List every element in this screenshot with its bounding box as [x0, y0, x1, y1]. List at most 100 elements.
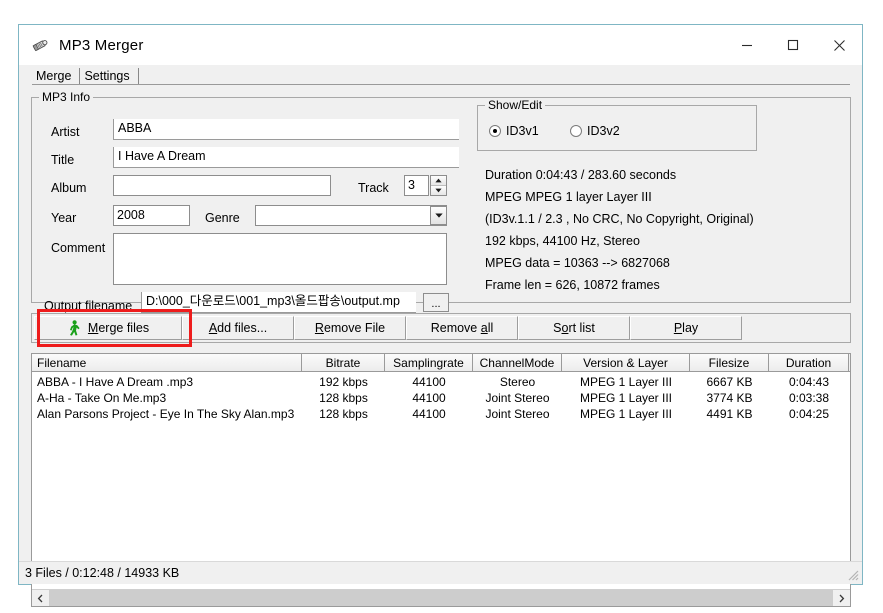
sort-list-button[interactable]: Sort list: [518, 316, 630, 340]
detail-line-id3: (ID3v.1.1 / 2.3 , No CRC, No Copyright, …: [485, 212, 754, 226]
detail-line-bitrate: 192 kbps, 44100 Hz, Stereo: [485, 234, 640, 248]
cell-version: MPEG 1 Layer III: [579, 391, 673, 405]
table-row[interactable]: Alan Parsons Project - Eye In The Sky Al…: [32, 406, 850, 422]
column-header-samplingrate[interactable]: Samplingrate: [385, 354, 473, 371]
cell-filename: ABBA - I Have A Dream .mp3: [37, 375, 194, 389]
cell-channelmode: Stereo: [499, 375, 536, 389]
cell-bitrate: 128 kbps: [319, 391, 368, 405]
resize-grip-icon[interactable]: [846, 568, 860, 582]
cell-samplingrate: 44100: [412, 407, 446, 421]
chevron-down-icon: [434, 213, 443, 218]
column-header-version[interactable]: Version & Layer: [562, 354, 690, 371]
output-filename-input[interactable]: D:\000_다운로드\001_mp3\올드팝송\output.mp: [141, 292, 416, 313]
scroll-right-button[interactable]: [833, 590, 850, 606]
cell-filename: A-Ha - Take On Me.mp3: [37, 391, 167, 405]
radio-id3v2-indicator[interactable]: [570, 125, 582, 137]
cell-version: MPEG 1 Layer III: [579, 375, 673, 389]
tab-settings[interactable]: Settings: [80, 68, 139, 85]
cell-duration: 0:03:38: [788, 391, 830, 405]
radio-id3v1-indicator[interactable]: [489, 125, 501, 137]
close-button[interactable]: [816, 25, 862, 65]
chevron-down-icon: [435, 188, 442, 193]
artist-input[interactable]: ABBA: [113, 119, 459, 140]
comment-input[interactable]: [113, 233, 447, 285]
cell-filesize: 4491 KB: [706, 407, 753, 421]
album-input[interactable]: [113, 175, 331, 196]
track-stepper[interactable]: [430, 175, 447, 196]
album-label: Album: [51, 181, 87, 195]
status-bar: 3 Files / 0:12:48 / 14933 KB: [19, 561, 862, 584]
add-files-button[interactable]: Add files...: [182, 316, 294, 340]
artist-label: Artist: [51, 125, 80, 139]
title-input[interactable]: I Have A Dream: [113, 147, 459, 168]
tab-settings-label: Settings: [84, 69, 130, 83]
remove-all-button[interactable]: Remove all: [406, 316, 518, 340]
title-bar: MP3 Merger: [19, 25, 862, 65]
merge-files-mnemonic: M: [87, 321, 99, 335]
merge-files-button[interactable]: Merge files: [34, 316, 182, 340]
remove-file-label-rest: emove File: [323, 321, 386, 335]
browse-output-button[interactable]: ...: [423, 293, 449, 312]
close-icon: [833, 39, 845, 51]
detail-line-frame-len: Frame len = 626, 10872 frames: [485, 278, 660, 292]
column-header-bitrate[interactable]: Bitrate: [302, 354, 385, 371]
toolbar: Merge files Add files... Remove File Rem…: [31, 313, 851, 343]
column-header-channelmode[interactable]: ChannelMode: [473, 354, 562, 371]
track-stepper-up[interactable]: [431, 176, 446, 186]
cell-duration: 0:04:25: [788, 407, 830, 421]
remove-file-button[interactable]: Remove File: [294, 316, 406, 340]
remove-all-label-rest: ll: [487, 321, 494, 335]
maximize-button[interactable]: [770, 25, 816, 65]
track-input[interactable]: 3: [404, 175, 429, 196]
cell-filename: Alan Parsons Project - Eye In The Sky Al…: [37, 407, 295, 421]
chevron-right-icon: [839, 594, 845, 602]
column-header-duration[interactable]: Duration: [769, 354, 849, 371]
cell-bitrate: 128 kbps: [319, 407, 368, 421]
track-stepper-down[interactable]: [431, 186, 446, 195]
detail-line-duration: Duration 0:04:43 / 283.60 seconds: [485, 168, 677, 182]
radio-id3v2-label: ID3v2: [587, 124, 620, 138]
cell-samplingrate: 44100: [412, 375, 446, 389]
maximize-icon: [787, 39, 799, 51]
remove-all-label-a: Remove: [430, 321, 481, 335]
show-edit-group-title: Show/Edit: [485, 99, 546, 111]
cell-filesize: 3774 KB: [706, 391, 753, 405]
scrollbar-thumb[interactable]: [49, 590, 833, 606]
title-label: Title: [51, 153, 75, 167]
table-row[interactable]: A-Ha - Take On Me.mp3 128 kbps 44100 Joi…: [32, 390, 850, 406]
status-text: 3 Files / 0:12:48 / 14933 KB: [25, 566, 180, 580]
sort-list-label-a: S: [553, 321, 562, 335]
comment-label: Comment: [51, 241, 106, 255]
client-area: MP3 Info Artist ABBA Title I Have A Drea…: [19, 85, 862, 607]
year-input[interactable]: 2008: [113, 205, 190, 226]
cell-version: MPEG 1 Layer III: [579, 407, 673, 421]
genre-input[interactable]: [255, 205, 447, 226]
detail-line-mpeg: MPEG MPEG 1 layer Layer III: [485, 190, 652, 204]
horizontal-scrollbar[interactable]: [32, 589, 850, 606]
cell-samplingrate: 44100: [412, 391, 446, 405]
sort-list-label-rest: rt list: [568, 321, 595, 335]
genre-dropdown-button[interactable]: [430, 206, 447, 225]
radio-id3v1[interactable]: ID3v1: [489, 124, 539, 138]
tab-merge[interactable]: Merge: [32, 68, 81, 85]
play-label-rest: lay: [682, 321, 699, 335]
output-filename-label: Output filename: [44, 299, 133, 313]
window-controls: [724, 25, 862, 65]
cell-duration: 0:04:43: [788, 375, 830, 389]
app-window: MP3 Merger Merge Settings MP3 Info Artis…: [18, 24, 863, 607]
radio-id3v1-label: ID3v1: [506, 124, 539, 138]
scrollbar-track[interactable]: [49, 590, 833, 606]
track-label: Track: [358, 181, 389, 195]
cell-channelmode: Joint Stereo: [485, 391, 550, 405]
cell-channelmode: Joint Stereo: [485, 407, 550, 421]
play-button[interactable]: Play: [630, 316, 742, 340]
cell-bitrate: 192 kbps: [319, 375, 368, 389]
add-files-label-rest: dd files...: [217, 321, 268, 335]
scroll-left-button[interactable]: [32, 590, 49, 606]
mp3-merger-icon: [29, 34, 51, 56]
column-header-filename[interactable]: Filename: [32, 354, 302, 371]
minimize-button[interactable]: [724, 25, 770, 65]
table-row[interactable]: ABBA - I Have A Dream .mp3 192 kbps 4410…: [32, 374, 850, 390]
column-header-filesize[interactable]: Filesize: [690, 354, 769, 371]
radio-id3v2[interactable]: ID3v2: [570, 124, 620, 138]
